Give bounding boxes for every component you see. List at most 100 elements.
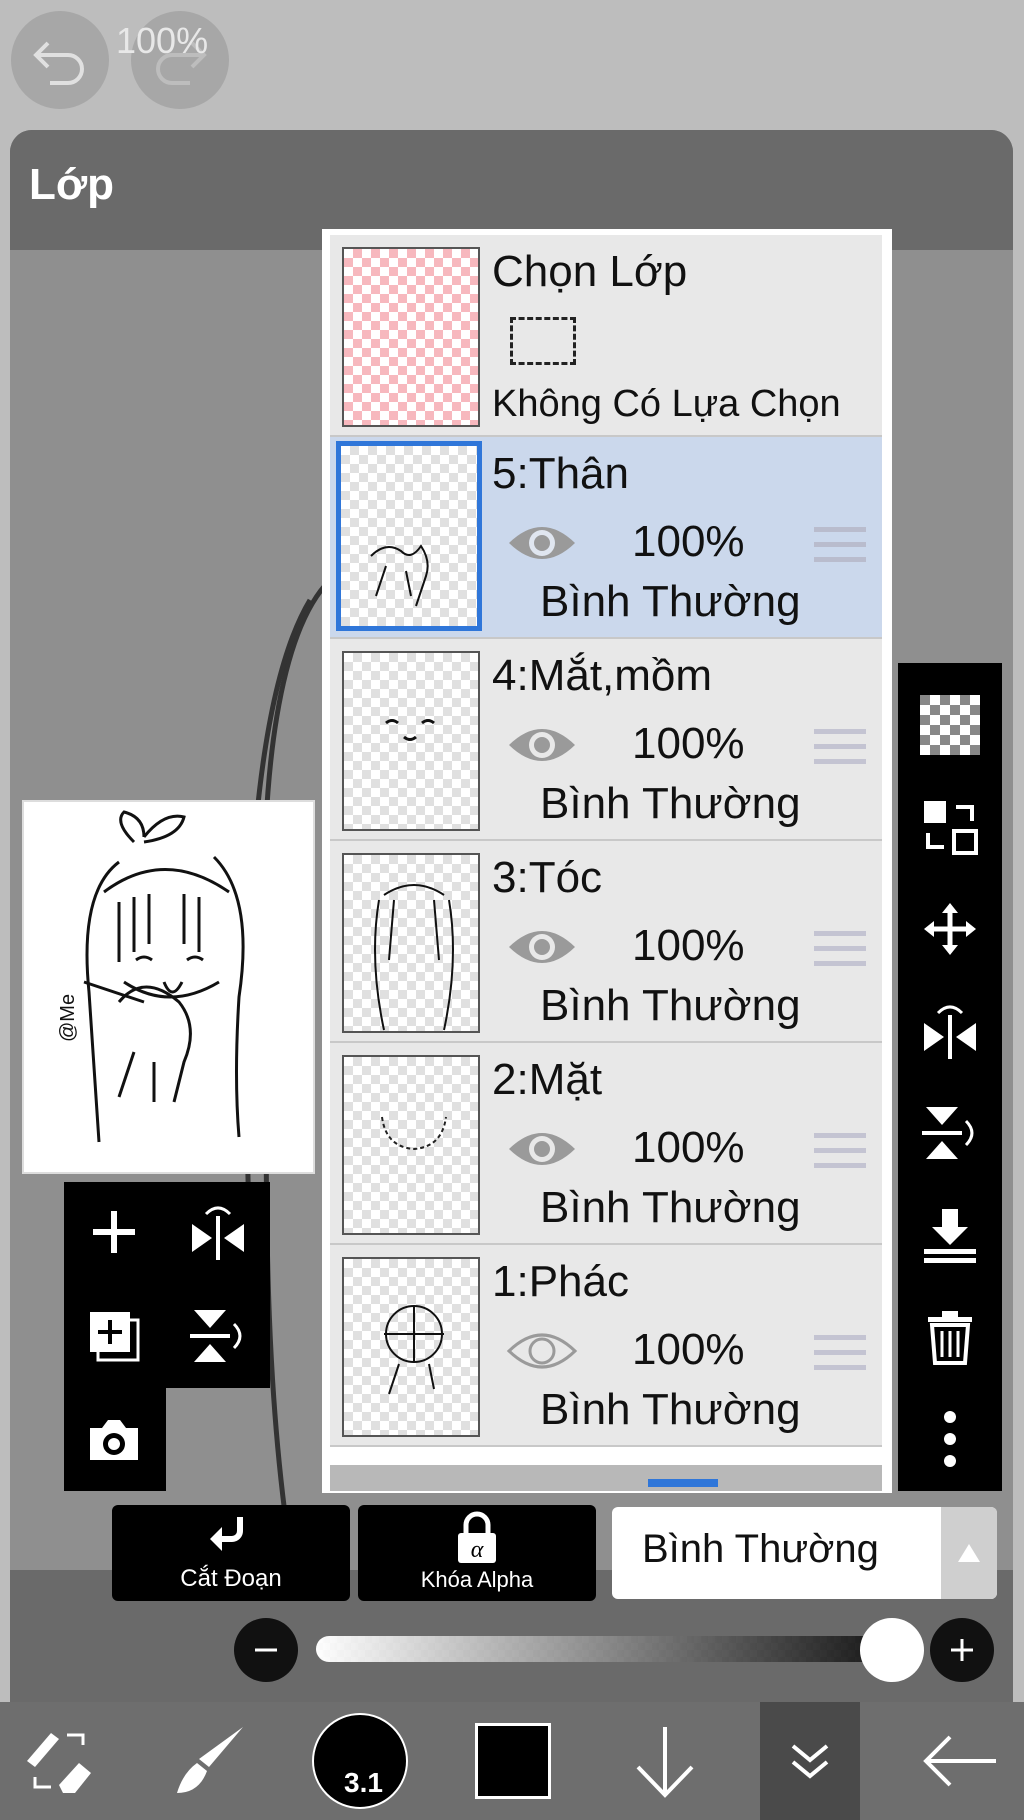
eye-icon[interactable] <box>506 1123 578 1175</box>
swap-layer-button[interactable] <box>912 789 988 865</box>
duplicate-layer-button[interactable] <box>74 1296 154 1376</box>
alpha-lock-label: Khóa Alpha <box>420 1567 534 1592</box>
flip-vertical-button[interactable] <box>912 1095 988 1171</box>
layer-row[interactable]: 3:Tóc 100% Bình Thường <box>330 841 882 1043</box>
tool-switch-button[interactable] <box>14 1702 104 1820</box>
selection-layer-row[interactable]: Chọn Lớp Không Có Lựa Chọn <box>330 235 882 437</box>
preview-drawing: @Me <box>57 810 245 1143</box>
merge-down-icon <box>924 1209 976 1263</box>
transparent-fill-button[interactable] <box>912 687 988 763</box>
drag-handle-icon[interactable] <box>814 927 866 971</box>
layer-blend-mode: Bình Thường <box>540 1183 801 1232</box>
layer-blend-mode: Bình Thường <box>540 981 801 1030</box>
flip-vertical-icon <box>922 1107 974 1159</box>
layer-row[interactable]: 4:Mắt,mồm 100% Bình Thường <box>330 639 882 841</box>
clipping-arrow-icon <box>210 1517 243 1551</box>
move-arrows-icon <box>924 903 976 955</box>
layer-thumbnail <box>342 853 480 1033</box>
merge-down-button[interactable] <box>912 1197 988 1273</box>
brush-button[interactable] <box>164 1702 254 1820</box>
drag-handle-icon[interactable] <box>814 1331 866 1375</box>
layer-blend-mode: Bình Thường <box>540 779 801 828</box>
brush-size-indicator: 3.1 <box>312 1713 408 1809</box>
layer-name: 3:Tóc <box>492 853 603 902</box>
marquee-icon <box>510 317 576 365</box>
color-button[interactable] <box>470 1702 556 1820</box>
selection-title: Chọn Lớp <box>492 247 688 296</box>
add-layer-button[interactable] <box>74 1192 154 1272</box>
drag-handle-icon[interactable] <box>814 1129 866 1173</box>
layer-blend-mode: Bình Thường <box>540 1385 801 1434</box>
layers-panel-button[interactable] <box>760 1702 860 1820</box>
layer-thumbnail <box>342 1055 480 1235</box>
drag-handle-icon[interactable] <box>814 725 866 769</box>
layer-tools-toolbar <box>898 663 1002 1491</box>
eye-icon[interactable] <box>506 719 578 771</box>
flip-canvas-vertical-button[interactable] <box>178 1296 258 1376</box>
layer-row[interactable]: 1:Phác 100% Bình Thường <box>330 1245 882 1447</box>
opacity-slider-knob[interactable] <box>860 1618 924 1682</box>
alpha-lock-button[interactable]: α Khóa Alpha <box>358 1505 596 1601</box>
layer-name: 2:Mặt <box>492 1055 603 1104</box>
drag-handle-icon[interactable] <box>814 523 866 567</box>
opacity-slider[interactable] <box>316 1636 916 1662</box>
flip-horizontal-button[interactable] <box>912 993 988 1069</box>
arrow-left-icon <box>923 1735 996 1787</box>
brush-size-button[interactable]: 3.1 <box>310 1702 410 1820</box>
layer-thumbnail <box>342 651 480 831</box>
selection-status: Không Có Lựa Chọn <box>492 383 841 425</box>
brush-icon <box>177 1727 243 1793</box>
add-copy-icon <box>90 1312 140 1362</box>
layer-down-button[interactable] <box>620 1702 710 1820</box>
preview-signature: @Me <box>57 994 79 1042</box>
opacity-increase-button[interactable] <box>930 1618 994 1682</box>
lock-icon: α <box>458 1511 496 1563</box>
layer-opacity: 100% <box>632 1123 745 1172</box>
flip-horizontal-icon <box>924 1005 976 1059</box>
layer-thumbnail <box>342 1257 480 1437</box>
more-vertical-icon <box>944 1411 956 1467</box>
bottom-toolbar: 3.1 <box>0 1702 1024 1820</box>
triangle-up-icon <box>958 1544 980 1562</box>
opacity-decrease-button[interactable] <box>234 1618 298 1682</box>
canvas-preview[interactable]: @Me <box>22 800 315 1174</box>
scroll-indicator <box>648 1479 718 1487</box>
layer-row[interactable]: 2:Mặt 100% Bình Thường <box>330 1043 882 1245</box>
import-photo-button[interactable] <box>74 1400 154 1480</box>
selection-thumbnail <box>342 247 480 427</box>
panel-title: Lớp <box>29 160 115 209</box>
alpha-glyph: α <box>471 1537 484 1563</box>
clipping-button[interactable]: Cắt Đoạn <box>112 1505 350 1601</box>
eye-icon[interactable] <box>506 921 578 973</box>
double-chevron-down-icon <box>791 1744 829 1779</box>
eye-icon[interactable] <box>506 517 578 569</box>
layer-opacity: 100% <box>632 1325 745 1374</box>
camera-icon <box>90 1420 138 1460</box>
blend-mode-select[interactable]: Bình Thường <box>612 1507 997 1599</box>
layer-list[interactable]: Chọn Lớp Không Có Lựa Chọn 5:Thân 100% B… <box>322 229 892 1493</box>
more-options-button[interactable] <box>912 1401 988 1477</box>
plus-icon <box>951 1639 973 1661</box>
layer-opacity: 100% <box>632 517 745 566</box>
layer-opacity: 100% <box>632 719 745 768</box>
layer-opacity: 100% <box>632 921 745 970</box>
blend-mode-arrow[interactable] <box>941 1507 997 1599</box>
flip-horizontal-icon <box>192 1206 244 1260</box>
delete-layer-button[interactable] <box>912 1299 988 1375</box>
layer-row[interactable]: 5:Thân 100% Bình Thường <box>330 437 882 639</box>
current-color-swatch <box>475 1723 551 1799</box>
layer-name: 5:Thân <box>492 449 629 498</box>
flip-vertical-icon <box>190 1310 242 1362</box>
brush-eraser-swap-icon <box>27 1733 91 1793</box>
layer-name: 4:Mắt,mồm <box>492 651 713 700</box>
back-button[interactable] <box>910 1702 1010 1820</box>
undo-button[interactable] <box>11 11 109 109</box>
eye-hidden-icon[interactable] <box>506 1325 578 1377</box>
undo-arrow-icon <box>33 41 84 85</box>
minus-icon <box>255 1648 277 1652</box>
move-layer-button[interactable] <box>912 891 988 967</box>
scroll-strip <box>330 1465 882 1491</box>
flip-canvas-horizontal-button[interactable] <box>178 1192 258 1272</box>
opacity-label: 100% <box>116 20 209 61</box>
layer-blend-mode: Bình Thường <box>540 577 801 626</box>
